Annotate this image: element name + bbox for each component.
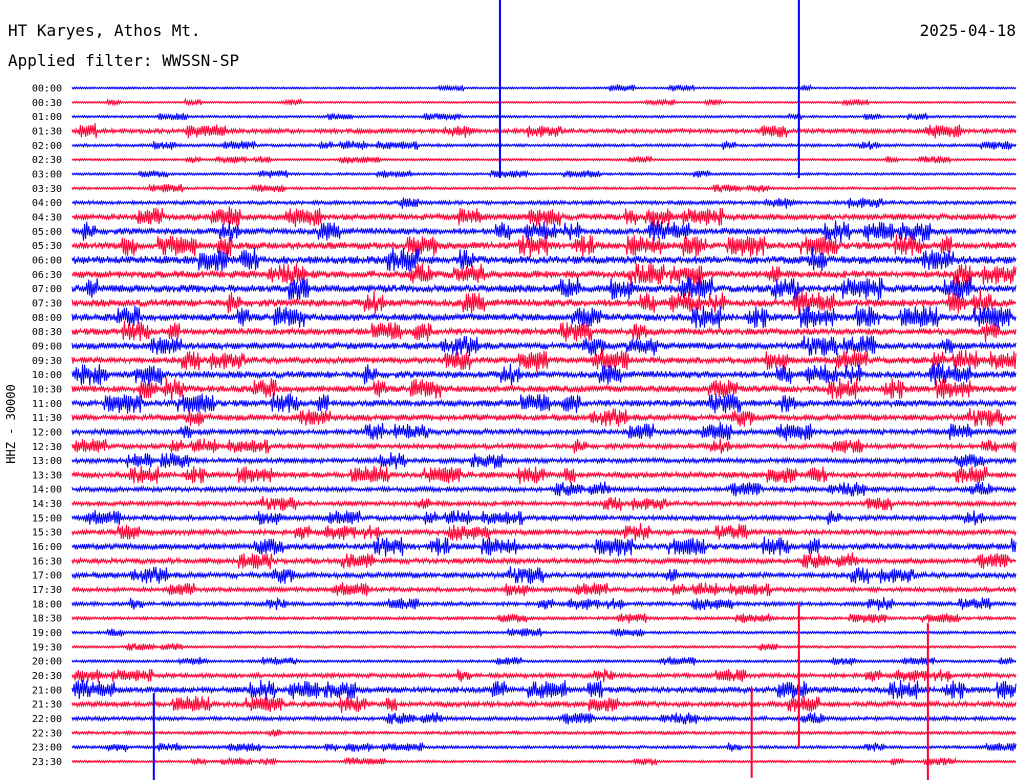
trace-row-line bbox=[71, 496, 1017, 511]
row-time-label: 19:30 bbox=[32, 642, 62, 653]
row-time-label: 04:30 bbox=[32, 212, 62, 223]
row-time-label: 16:00 bbox=[32, 542, 62, 553]
trace-row-line bbox=[71, 582, 1017, 597]
row-time-label: 04:00 bbox=[32, 198, 62, 209]
trace-row-line bbox=[71, 83, 1017, 92]
row-time-label: 14:00 bbox=[32, 485, 62, 496]
row-time-label: 03:00 bbox=[32, 169, 62, 180]
row-time-label: 18:30 bbox=[32, 614, 62, 625]
trace-row-line bbox=[71, 679, 1017, 701]
row-time-label: 19:00 bbox=[32, 628, 62, 639]
row-time-label: 06:30 bbox=[32, 270, 62, 281]
trace-row-line bbox=[71, 452, 1017, 470]
chart-date: 2025-04-18 bbox=[920, 21, 1016, 40]
trace-row-line bbox=[71, 438, 1017, 454]
trace-row-line bbox=[71, 729, 1017, 737]
row-time-label: 12:00 bbox=[32, 427, 62, 438]
trace-row-line bbox=[71, 465, 1017, 485]
trace-row-line bbox=[71, 276, 1017, 301]
helicorder-plot: HT Karyes, Athos Mt. Applied filter: WWS… bbox=[4, 0, 1017, 780]
chart-title: HT Karyes, Athos Mt. bbox=[8, 21, 201, 40]
row-time-label: 22:00 bbox=[32, 714, 62, 725]
row-time-label: 05:30 bbox=[32, 241, 62, 252]
row-time-label: 07:00 bbox=[32, 284, 62, 295]
row-time-label: 02:00 bbox=[32, 141, 62, 152]
row-time-label: 14:30 bbox=[32, 499, 62, 510]
trace-row-line bbox=[71, 656, 1017, 666]
row-time-label: 17:30 bbox=[32, 585, 62, 596]
row-time-label: 21:30 bbox=[32, 700, 62, 711]
trace-row-line bbox=[71, 155, 1017, 164]
row-time-label: 03:30 bbox=[32, 184, 62, 195]
trace-row-line bbox=[71, 742, 1017, 753]
trace-row-line bbox=[71, 140, 1017, 151]
row-time-label: 00:00 bbox=[32, 84, 62, 95]
row-time-label: 13:00 bbox=[32, 456, 62, 467]
trace-row-line bbox=[71, 509, 1017, 526]
trace-row-line bbox=[71, 123, 1017, 139]
trace-row-line bbox=[71, 262, 1017, 287]
trace-row-line bbox=[71, 523, 1017, 542]
row-time-label: 16:30 bbox=[32, 556, 62, 567]
trace-row-line bbox=[71, 668, 1017, 683]
trace-row-line bbox=[71, 363, 1017, 386]
trace-row-line bbox=[71, 596, 1017, 611]
row-time-label: 08:00 bbox=[32, 313, 62, 324]
row-time-label: 10:00 bbox=[32, 370, 62, 381]
row-time-label: 08:30 bbox=[32, 327, 62, 338]
chart-subtitle: Applied filter: WWSSN-SP bbox=[8, 51, 239, 70]
trace-row-line bbox=[71, 112, 1017, 121]
trace-row-line bbox=[71, 552, 1017, 570]
trace-row-line bbox=[71, 695, 1017, 713]
trace-rows: 00:00 00:30 01:00 01:30 02:00 02:30 03:00 03:30… bbox=[32, 83, 1017, 768]
row-time-label: 01:30 bbox=[32, 126, 62, 137]
row-time-label: 21:00 bbox=[32, 685, 62, 696]
row-time-label: 07:30 bbox=[32, 298, 62, 309]
row-time-label: 12:30 bbox=[32, 442, 62, 453]
row-time-label: 11:00 bbox=[32, 399, 62, 410]
trace-row-line bbox=[71, 305, 1017, 329]
trace-row-line bbox=[71, 613, 1017, 624]
row-time-label: 15:00 bbox=[32, 513, 62, 524]
row-time-label: 22:30 bbox=[32, 728, 62, 739]
trace-row-line bbox=[71, 481, 1017, 497]
row-time-label: 06:00 bbox=[32, 255, 62, 266]
row-time-label: 23:30 bbox=[32, 757, 62, 768]
row-time-label: 10:30 bbox=[32, 384, 62, 395]
row-time-label: 17:00 bbox=[32, 571, 62, 582]
row-time-label: 20:00 bbox=[32, 657, 62, 668]
trace-row-line bbox=[71, 642, 1017, 651]
trace-row-line bbox=[71, 97, 1017, 107]
trace-row-line bbox=[71, 756, 1017, 767]
trace-row-line bbox=[71, 536, 1017, 557]
row-time-label: 01:00 bbox=[32, 112, 62, 123]
row-time-label: 11:30 bbox=[32, 413, 62, 424]
trace-row-line bbox=[71, 183, 1017, 193]
y-axis-label: HHZ - 30000 bbox=[4, 384, 18, 463]
trace-row-line bbox=[71, 197, 1017, 209]
row-time-label: 23:00 bbox=[32, 743, 62, 754]
trace-row-line bbox=[71, 628, 1017, 637]
row-time-label: 20:30 bbox=[32, 671, 62, 682]
trace-row-line bbox=[71, 421, 1017, 442]
row-time-label: 00:30 bbox=[32, 98, 62, 109]
row-time-label: 02:30 bbox=[32, 155, 62, 166]
row-time-label: 18:00 bbox=[32, 599, 62, 610]
row-time-label: 05:00 bbox=[32, 227, 62, 238]
trace-row-line bbox=[71, 392, 1017, 414]
row-time-label: 09:30 bbox=[32, 356, 62, 367]
row-time-label: 15:30 bbox=[32, 528, 62, 539]
trace-row-line bbox=[71, 566, 1017, 585]
trace-row-line bbox=[71, 712, 1017, 725]
trace-row-line bbox=[71, 169, 1017, 179]
row-time-label: 09:00 bbox=[32, 341, 62, 352]
row-time-label: 13:30 bbox=[32, 470, 62, 481]
trace-row-line bbox=[71, 234, 1017, 258]
